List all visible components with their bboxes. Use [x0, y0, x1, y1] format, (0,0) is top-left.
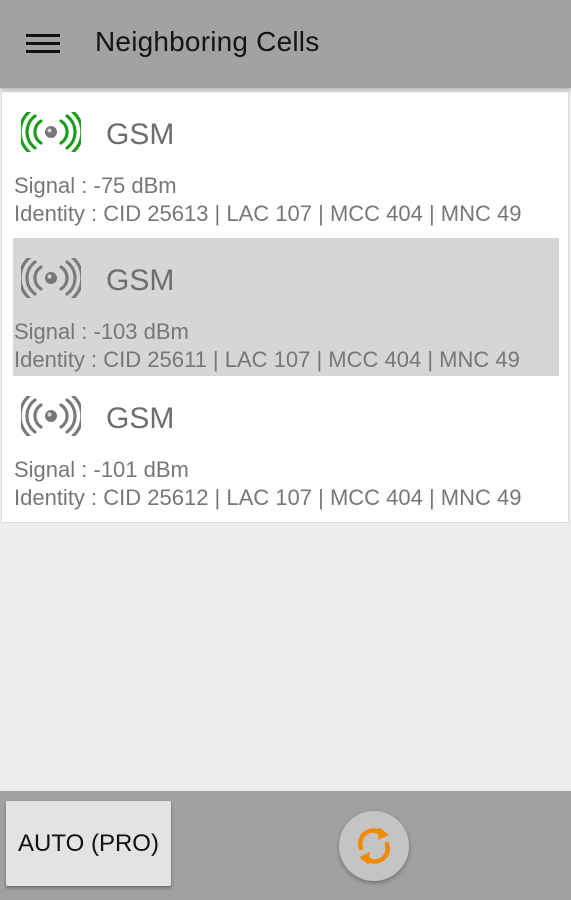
cell-identity: Identity : CID 25613 | LAC 107 | MCC 404…: [14, 201, 522, 226]
cell-signal: Signal : -101 dBm: [14, 457, 189, 482]
auto-pro-button[interactable]: AUTO (PRO): [6, 801, 171, 886]
cell-identity: Identity : CID 25612 | LAC 107 | MCC 404…: [14, 485, 522, 510]
cell-type: GSM: [106, 264, 175, 297]
signal-tower-icon: [21, 258, 81, 298]
cell-item-1[interactable]: GSM Signal : -75 dBm Identity : CID 2561…: [13, 92, 559, 230]
cell-signal: Signal : -75 dBm: [14, 173, 177, 198]
cell-list: GSM Signal : -75 dBm Identity : CID 2561…: [1, 91, 569, 523]
page-title: Neighboring Cells: [95, 26, 320, 57]
cell-item-2[interactable]: GSM Signal : -103 dBm Identity : CID 256…: [13, 238, 559, 376]
refresh-button[interactable]: [339, 811, 409, 881]
cell-item-3[interactable]: GSM Signal : -101 dBm Identity : CID 256…: [13, 376, 559, 514]
cell-identity: Identity : CID 25611 | LAC 107 | MCC 404…: [14, 347, 520, 372]
bottom-bar: AUTO (PRO): [0, 791, 571, 900]
signal-tower-icon: [21, 112, 81, 152]
cell-signal: Signal : -103 dBm: [14, 319, 189, 344]
signal-tower-icon: [21, 396, 81, 436]
cell-type: GSM: [106, 118, 175, 151]
cell-type: GSM: [106, 402, 175, 435]
app-bar: Neighboring Cells: [0, 0, 571, 88]
refresh-icon: [358, 827, 390, 865]
menu-icon[interactable]: [26, 33, 60, 55]
